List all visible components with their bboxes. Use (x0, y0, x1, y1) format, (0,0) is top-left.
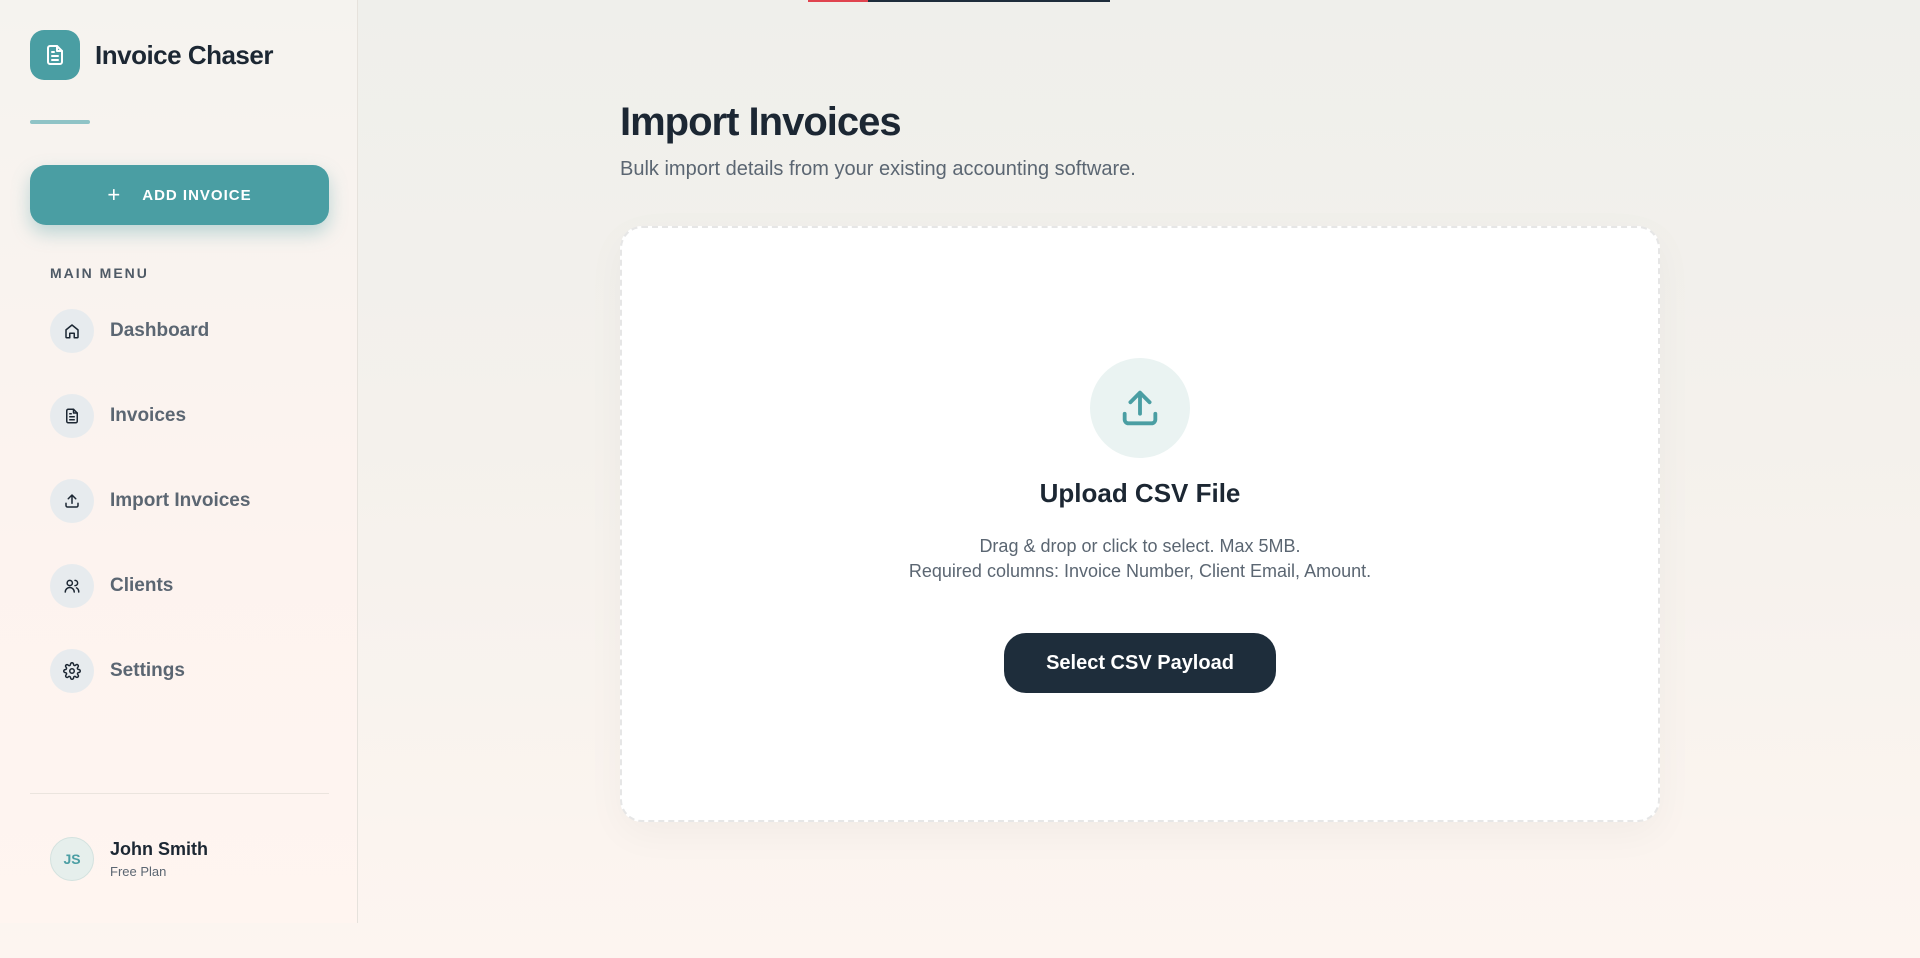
sidebar-divider (30, 793, 329, 794)
user-name: John Smith (110, 839, 208, 859)
home-icon (50, 309, 94, 353)
main-menu-heading: MAIN MENU (50, 265, 149, 281)
user-profile[interactable]: JS John Smith Free Plan (50, 837, 208, 881)
app-title: Invoice Chaser (95, 39, 273, 70)
sidebar-item-label: Invoices (110, 405, 187, 426)
add-invoice-label: ADD INVOICE (142, 186, 252, 204)
sidebar-item-invoices[interactable]: Invoices (50, 393, 320, 439)
upload-description-line1: Drag & drop or click to select. Max 5MB. (979, 536, 1301, 556)
sidebar-item-label: Settings (110, 660, 185, 681)
sidebar-item-label: Clients (110, 575, 174, 596)
sidebar-item-label: Dashboard (110, 320, 210, 341)
page-subtitle: Bulk import details from your existing a… (620, 158, 1136, 180)
upload-icon (50, 479, 94, 523)
top-progress-fill (808, 0, 868, 2)
gear-icon (50, 649, 94, 693)
upload-icon (1090, 358, 1190, 458)
sidebar-item-label: Import Invoices (110, 490, 251, 511)
document-icon (50, 394, 94, 438)
add-invoice-button[interactable]: + ADD INVOICE (30, 165, 329, 225)
brand[interactable]: Invoice Chaser (30, 30, 273, 80)
csv-dropzone[interactable]: Upload CSV File Drag & drop or click to … (620, 226, 1660, 822)
users-icon (50, 564, 94, 608)
brand-underline (30, 120, 90, 124)
top-progress-indicator (808, 0, 1110, 2)
document-icon (30, 30, 80, 80)
avatar: JS (50, 837, 94, 881)
page-title: Import Invoices (620, 100, 902, 144)
plus-icon: + (107, 182, 121, 207)
sidebar-item-clients[interactable]: Clients (50, 563, 320, 609)
upload-title: Upload CSV File (1039, 478, 1241, 508)
sidebar-item-settings[interactable]: Settings (50, 648, 320, 694)
upload-description: Drag & drop or click to select. Max 5MB.… (622, 534, 1658, 584)
user-plan: Free Plan (110, 864, 167, 879)
sidebar: Invoice Chaser + ADD INVOICE MAIN MENU D… (0, 0, 358, 923)
upload-description-line2: Required columns: Invoice Number, Client… (908, 561, 1372, 581)
sidebar-item-import-invoices[interactable]: Import Invoices (50, 478, 320, 524)
select-csv-button[interactable]: Select CSV Payload (1004, 633, 1276, 693)
sidebar-item-dashboard[interactable]: Dashboard (50, 308, 320, 354)
